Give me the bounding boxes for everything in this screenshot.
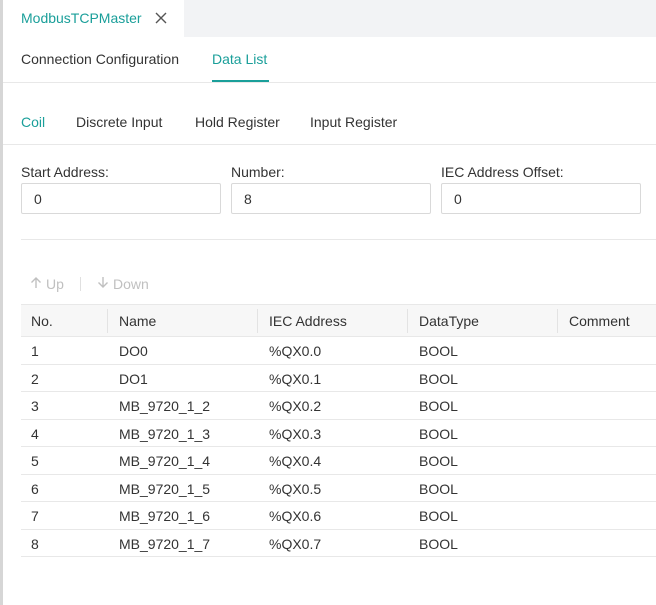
table-header: No. Name IEC Address DataType Comment [21,305,656,337]
column-divider[interactable] [257,309,258,333]
row-number: 1 [31,343,39,359]
column-divider[interactable] [557,309,558,333]
number-input[interactable] [231,183,431,214]
table-row[interactable]: 5 MB_9720_1_4 %QX0.4 BOOL [21,447,656,475]
window-left-edge [0,0,3,605]
column-header-iec-address[interactable]: IEC Address [269,313,347,329]
table-row[interactable]: 8 MB_9720_1_7 %QX0.7 BOOL [21,530,656,557]
tab-hold-register[interactable]: Hold Register [195,114,280,130]
table-row[interactable]: 7 MB_9720_1_6 %QX0.6 BOOL [21,502,656,530]
top-tab-bar: Connection Configuration Data List [3,37,656,83]
row-iec-address: %QX0.6 [269,508,322,524]
row-datatype: BOOL [419,343,458,359]
row-number: 8 [31,535,39,552]
tab-data-list[interactable]: Data List [212,51,267,67]
row-name: MB_9720_1_7 [119,535,211,552]
register-type-tabs: Coil Discrete Input Hold Register Input … [3,104,656,145]
move-up-button[interactable]: Up [30,276,64,292]
row-iec-address: %QX0.0 [269,343,322,359]
row-datatype: BOOL [419,480,458,497]
row-datatype: BOOL [419,535,458,552]
row-iec-address: %QX0.1 [269,370,322,387]
move-down-label: Down [113,276,149,292]
data-list-table: No. Name IEC Address DataType Comment 1 … [21,304,656,557]
row-name: MB_9720_1_6 [119,508,211,524]
table-row[interactable]: 4 MB_9720_1_3 %QX0.3 BOOL [21,420,656,447]
number-label: Number: [231,164,285,180]
row-number: 5 [31,453,39,469]
row-name: MB_9720_1_4 [119,453,211,469]
iec-address-offset-label: IEC Address Offset: [441,164,564,180]
document-tab-title: ModbusTCPMaster [21,10,142,26]
table-row[interactable]: 3 MB_9720_1_2 %QX0.2 BOOL [21,392,656,420]
row-datatype: BOOL [419,370,458,387]
iec-address-offset-input[interactable] [441,183,641,214]
start-address-input[interactable] [21,183,221,214]
row-number: 4 [31,425,39,442]
move-down-button[interactable]: Down [97,276,149,292]
column-divider[interactable] [407,309,408,333]
column-header-datatype[interactable]: DataType [419,313,479,329]
row-datatype: BOOL [419,425,458,442]
row-iec-address: %QX0.4 [269,453,322,469]
row-number: 2 [31,370,39,387]
row-iec-address: %QX0.3 [269,425,322,442]
row-name: MB_9720_1_2 [119,398,211,414]
column-header-name[interactable]: Name [119,313,156,329]
form-divider [21,239,656,240]
row-datatype: BOOL [419,398,458,414]
column-header-comment[interactable]: Comment [569,313,630,329]
row-iec-address: %QX0.7 [269,535,322,552]
toolbar-separator [80,277,81,291]
row-name: DO0 [119,343,148,359]
row-name: MB_9720_1_5 [119,480,211,497]
row-iec-address: %QX0.5 [269,480,322,497]
row-number: 6 [31,480,39,497]
tab-discrete-input[interactable]: Discrete Input [76,114,162,130]
start-address-label: Start Address: [21,164,109,180]
tab-coil[interactable]: Coil [21,114,45,130]
column-divider[interactable] [107,309,108,333]
arrow-down-icon [97,276,109,292]
column-header-no[interactable]: No. [31,313,53,329]
row-name: MB_9720_1_3 [119,425,211,442]
row-number: 7 [31,508,39,524]
close-icon[interactable] [153,8,169,28]
active-tab-indicator [212,80,269,82]
table-row[interactable]: 6 MB_9720_1_5 %QX0.5 BOOL [21,475,656,502]
row-datatype: BOOL [419,453,458,469]
row-name: DO1 [119,370,148,387]
row-number: 3 [31,398,39,414]
document-tab[interactable]: ModbusTCPMaster [3,0,184,37]
row-iec-address: %QX0.2 [269,398,322,414]
arrow-up-icon [30,276,42,292]
move-up-label: Up [46,276,64,292]
tab-connection-configuration[interactable]: Connection Configuration [21,51,179,67]
table-row[interactable]: 1 DO0 %QX0.0 BOOL [21,337,656,365]
tab-input-register[interactable]: Input Register [310,114,397,130]
table-row[interactable]: 2 DO1 %QX0.1 BOOL [21,365,656,392]
row-datatype: BOOL [419,508,458,524]
